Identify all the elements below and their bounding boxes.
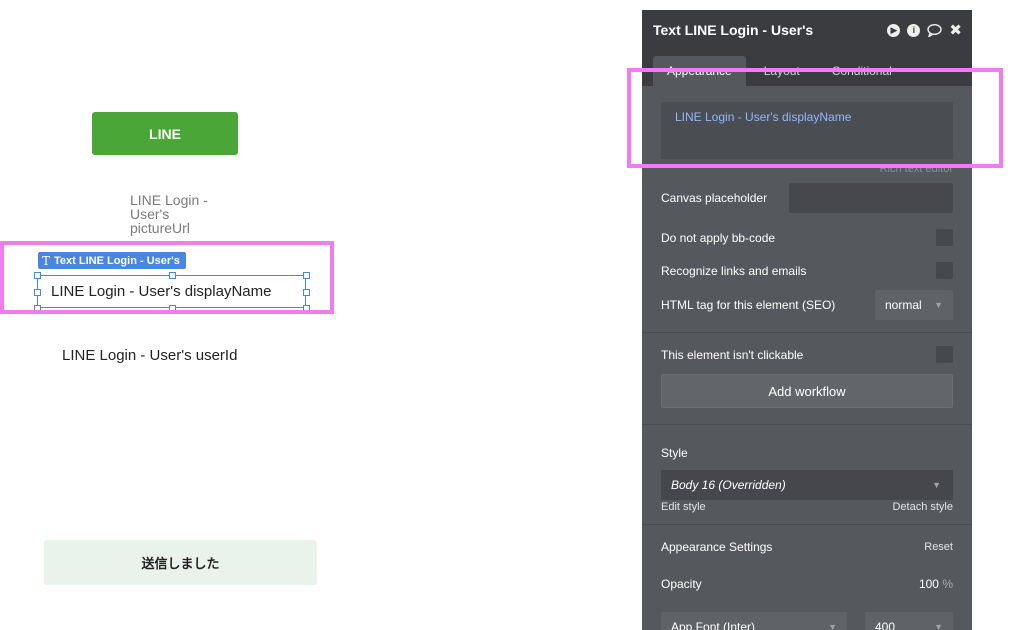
detach-style-link[interactable]: Detach style [892, 501, 953, 513]
comment-icon[interactable] [927, 23, 943, 37]
resize-handle-top[interactable] [169, 272, 176, 279]
chevron-down-icon: ▼ [828, 622, 837, 630]
font-weight-value: 400 [875, 620, 896, 630]
recognize-links-row: Recognize links and emails [661, 262, 953, 279]
chevron-down-icon: ▼ [934, 300, 943, 310]
opacity-value: 100 [918, 577, 939, 591]
close-icon[interactable]: ✖ [949, 22, 962, 39]
font-family-value: App Font (Inter) [671, 620, 756, 630]
opacity-label: Opacity [661, 577, 702, 591]
bbcode-row: Do not apply bb-code [661, 229, 953, 246]
chevron-down-icon: ▼ [932, 480, 941, 490]
style-links-row: Edit style Detach style [661, 501, 953, 513]
panel-header: Text LINE Login - User's ▶ i ✖ [642, 10, 972, 50]
panel-title: Text LINE Login - User's [653, 22, 814, 38]
divider [642, 524, 972, 525]
add-workflow-label: Add workflow [768, 383, 846, 399]
tab-appearance[interactable]: Appearance [653, 56, 746, 86]
info-icon[interactable]: i [907, 23, 921, 37]
tab-layout[interactable]: Layout [750, 56, 814, 86]
resize-handle-bottom-right[interactable] [303, 305, 310, 312]
resize-handle-bottom[interactable] [169, 305, 176, 312]
line-login-button-label: LINE [149, 125, 181, 142]
resize-handle-top-left[interactable] [34, 272, 41, 279]
opacity-row: Opacity 100 % [661, 577, 953, 591]
not-clickable-checkbox[interactable] [936, 346, 953, 363]
font-weight-select[interactable]: 400 ▼ [865, 612, 953, 630]
chevron-down-icon: ▼ [934, 622, 943, 630]
dynamic-expression[interactable]: LINE Login - User's displayName [675, 110, 851, 124]
property-editor-panel: Text LINE Login - User's ▶ i ✖ Appearanc… [642, 10, 972, 630]
style-select[interactable]: Body 16 (Overridden) ▼ [661, 470, 953, 500]
sent-message-box[interactable]: 送信しました [44, 540, 317, 585]
canvas-placeholder-label: Canvas placeholder [661, 191, 768, 205]
tab-conditional[interactable]: Conditional [818, 56, 906, 86]
no-bbcode-label: Do not apply bb-code [661, 230, 776, 245]
display-name-text: LINE Login - User's displayName [51, 283, 272, 300]
canvas-placeholder-row: Canvas placeholder [661, 183, 953, 213]
add-workflow-button[interactable]: Add workflow [661, 374, 953, 408]
style-value: Body 16 (Overridden) [671, 478, 786, 492]
selected-element-badge-label: Text LINE Login - User's [54, 254, 180, 267]
resize-handle-bottom-left[interactable] [34, 305, 41, 312]
divider [642, 424, 972, 425]
font-family-select[interactable]: App Font (Inter) ▼ [661, 612, 847, 630]
rich-text-editor-link[interactable]: Rich text editor [880, 163, 953, 175]
style-label: Style [661, 446, 688, 460]
recognize-links-checkbox[interactable] [936, 262, 953, 279]
resize-handle-left[interactable] [34, 289, 41, 296]
divider [642, 332, 972, 333]
resize-handle-top-right[interactable] [303, 272, 310, 279]
appearance-settings-label: Appearance Settings [661, 540, 773, 554]
opacity-input[interactable]: 100 % [919, 577, 953, 591]
opacity-unit: % [942, 577, 953, 591]
style-label-row: Style [661, 446, 953, 460]
text-element-icon: T [42, 253, 51, 268]
not-clickable-row: This element isn't clickable [661, 346, 953, 363]
html-tag-value: normal [885, 298, 922, 312]
canvas-placeholder-input[interactable] [789, 183, 953, 213]
user-id-text[interactable]: LINE Login - User's userId [62, 347, 237, 364]
resize-handle-right[interactable] [303, 289, 310, 296]
html-tag-row: HTML tag for this element (SEO) normal ▼ [661, 290, 953, 320]
edit-style-link[interactable]: Edit style [661, 501, 706, 513]
html-tag-label: HTML tag for this element (SEO) [661, 298, 836, 312]
recognize-links-label: Recognize links and emails [661, 263, 807, 278]
appearance-settings-row: Appearance Settings Reset [661, 540, 953, 554]
not-clickable-label: This element isn't clickable [661, 347, 804, 362]
no-bbcode-checkbox[interactable] [936, 229, 953, 246]
display-name-text-element[interactable]: LINE Login - User's displayName [37, 275, 306, 308]
play-icon[interactable]: ▶ [887, 23, 901, 37]
reset-link[interactable]: Reset [924, 541, 953, 553]
html-tag-select[interactable]: normal ▼ [875, 290, 953, 320]
selected-element-badge: T Text LINE Login - User's [38, 252, 186, 269]
panel-tabs: Appearance Layout Conditional [642, 50, 972, 86]
sent-message-text: 送信しました [141, 556, 220, 571]
line-login-button[interactable]: LINE [92, 112, 238, 155]
text-content-editor[interactable]: LINE Login - User's displayName [661, 102, 953, 159]
picture-url-text[interactable]: LINE Login - User's pictureUrl [130, 193, 220, 235]
